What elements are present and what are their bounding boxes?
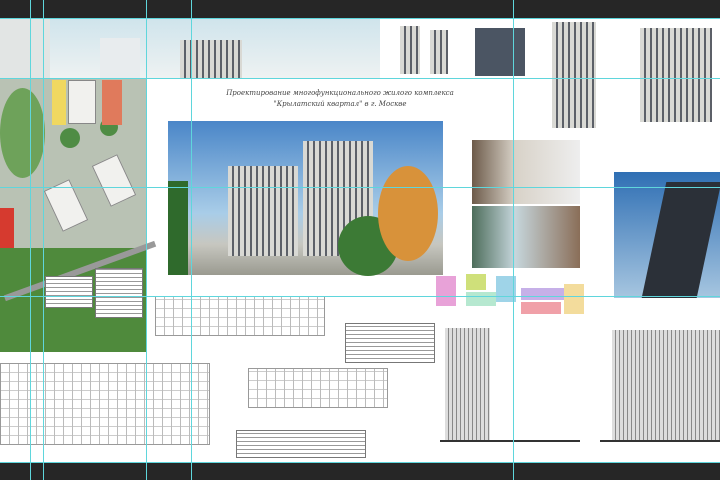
floor-plan-drawing-3 bbox=[248, 368, 388, 408]
guide-vertical[interactable] bbox=[513, 0, 514, 480]
guide-vertical[interactable] bbox=[30, 0, 31, 480]
floor-plan-drawing-1 bbox=[155, 296, 325, 336]
title-line-1: Проектирование многофункционального жило… bbox=[226, 89, 454, 97]
schedule-table-2 bbox=[236, 430, 366, 458]
guide-horizontal[interactable] bbox=[0, 187, 720, 188]
interior-photo-1 bbox=[472, 140, 580, 204]
guide-horizontal[interactable] bbox=[0, 462, 720, 463]
elevation-drawing-3 bbox=[612, 330, 720, 440]
artboard[interactable]: Проектирование многофункционального жило… bbox=[0, 18, 720, 462]
guide-vertical[interactable] bbox=[191, 0, 192, 480]
guide-vertical[interactable] bbox=[43, 0, 44, 480]
panorama-image bbox=[50, 18, 380, 78]
floor-plan-drawing-2 bbox=[0, 363, 210, 445]
title-line-2: "Крылатский квартал" в г. Москве bbox=[273, 100, 407, 108]
guide-horizontal[interactable] bbox=[0, 78, 720, 79]
board-title: Проектирование многофункционального жило… bbox=[190, 88, 490, 110]
tower-photo bbox=[614, 172, 720, 298]
facade-detail-image bbox=[400, 26, 420, 74]
elevation-drawing-2 bbox=[640, 28, 712, 122]
schedule-table bbox=[345, 323, 435, 363]
guide-vertical[interactable] bbox=[146, 0, 147, 480]
guide-horizontal[interactable] bbox=[0, 18, 720, 19]
facade-photo bbox=[475, 28, 525, 76]
interior-photo-2 bbox=[472, 206, 580, 268]
section-drawing bbox=[445, 328, 490, 440]
elevation-drawing bbox=[552, 22, 596, 128]
guide-horizontal[interactable] bbox=[0, 296, 720, 297]
main-render-image bbox=[168, 121, 443, 276]
floor-plan-colored bbox=[436, 274, 586, 316]
